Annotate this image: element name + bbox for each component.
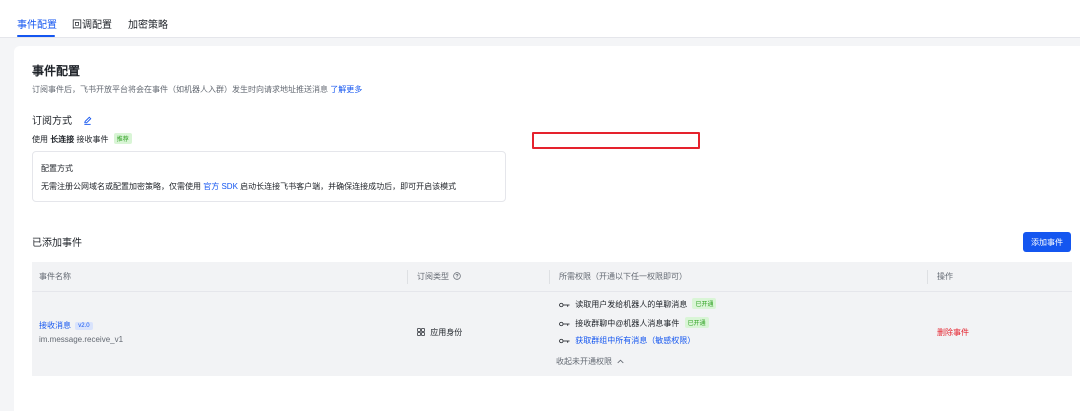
config-method-box: 配置方式 无需注册公网域名或配置加密策略，仅需使用 官方 SDK 启动长连接飞书… [32,151,506,202]
tab-event-config[interactable]: 事件配置 [17,16,57,31]
permission-link[interactable]: 获取群组中所有消息（敏感权限） [575,336,695,345]
key-icon [559,321,570,327]
permission-item: 读取用户发给机器人的单聊消息 已开通 [559,298,717,310]
subscription-type-label: 应用身份 [430,328,463,337]
event-config-card: 事件配置 订阅事件后，飞书开放平台将会在事件（如机器人入群）发生时向请求地址推送… [14,46,1080,411]
chevron-up-icon [617,359,624,364]
header-required-permissions: 所需权限（开通以下任一权限即可） [559,272,687,281]
header-action: 操作 [937,272,953,281]
header-subscription-type: 订阅类型 [417,271,461,282]
subscription-type: 应用身份 [417,327,462,338]
events-table-header: 事件名称 订阅类型 所需权限（开通以下任一权限即可） 操作 [32,262,1072,292]
collapse-label: 收起未开通权限 [556,357,612,366]
highlight-box [532,132,700,149]
enabled-badge: 已开通 [692,298,717,309]
column-divider [549,270,550,284]
permission-item: 接收群聊中@机器人消息事件 已开通 [559,317,709,329]
description-text: 订阅事件后，飞书开放平台将会在事件（如机器人入群）发生时向请求地址推送消息 [32,85,328,94]
delete-event-button[interactable]: 删除事件 [937,327,969,338]
grid-app-icon [417,328,425,336]
config-method-description: 无需注册公网域名或配置加密策略，仅需使用 官方 SDK 启动长连接飞书客户端，并… [41,181,456,192]
config-desc-after: 启动长连接飞书客户端，并确保连接成功后，即可开启该模式 [240,182,457,191]
mode-long-connection: 长连接 [50,135,75,144]
official-sdk-link[interactable]: 官方 SDK [203,182,238,191]
subscription-section-title: 订阅方式 [32,112,92,128]
tab-bar: 事件配置 回调配置 加密策略 [0,0,1080,38]
event-name-link[interactable]: 接收消息 [39,321,71,330]
add-event-button[interactable]: 添加事件 [1023,232,1071,252]
collapse-permissions-toggle[interactable]: 收起未开通权限 [556,356,624,367]
version-badge: v2.0 [75,322,93,330]
tab-callback-config[interactable]: 回调配置 [72,16,112,31]
header-type-label: 订阅类型 [417,272,449,281]
config-desc-before: 无需注册公网域名或配置加密策略，仅需使用 [41,182,201,191]
recommended-badge: 推荐 [113,133,132,144]
permission-item-sensitive[interactable]: 获取群组中所有消息（敏感权限） [559,335,695,346]
permission-text: 接收群聊中@机器人消息事件 [575,319,680,328]
learn-more-link[interactable]: 了解更多 [330,85,362,94]
subscription-mode: 使用 长连接 接收事件 推荐 [32,133,132,145]
page-title: 事件配置 [32,64,81,78]
use-prefix: 使用 [32,135,48,144]
key-icon [559,302,570,308]
edit-icon[interactable] [83,116,92,128]
active-tab-indicator [17,35,55,37]
table-row: 接收消息 v2.0 im.message.receive_v1 应用身份 读取用… [32,292,1072,376]
header-event-name: 事件名称 [39,272,71,281]
key-icon [559,338,570,344]
config-method-title: 配置方式 [41,164,73,173]
added-events-title: 已添加事件 [32,238,82,249]
column-divider [407,270,408,284]
tab-encryption-strategy[interactable]: 加密策略 [128,16,168,31]
enabled-badge: 已开通 [684,317,709,328]
column-divider [927,270,928,284]
permission-text: 读取用户发给机器人的单聊消息 [575,300,688,309]
subscription-title: 订阅方式 [32,116,72,127]
page-description: 订阅事件后，飞书开放平台将会在事件（如机器人入群）发生时向请求地址推送消息 了解… [32,84,362,95]
use-suffix: 接收事件 [76,135,109,144]
event-name: 接收消息 v2.0 [39,320,93,331]
event-code: im.message.receive_v1 [39,335,124,344]
help-icon [453,272,461,280]
